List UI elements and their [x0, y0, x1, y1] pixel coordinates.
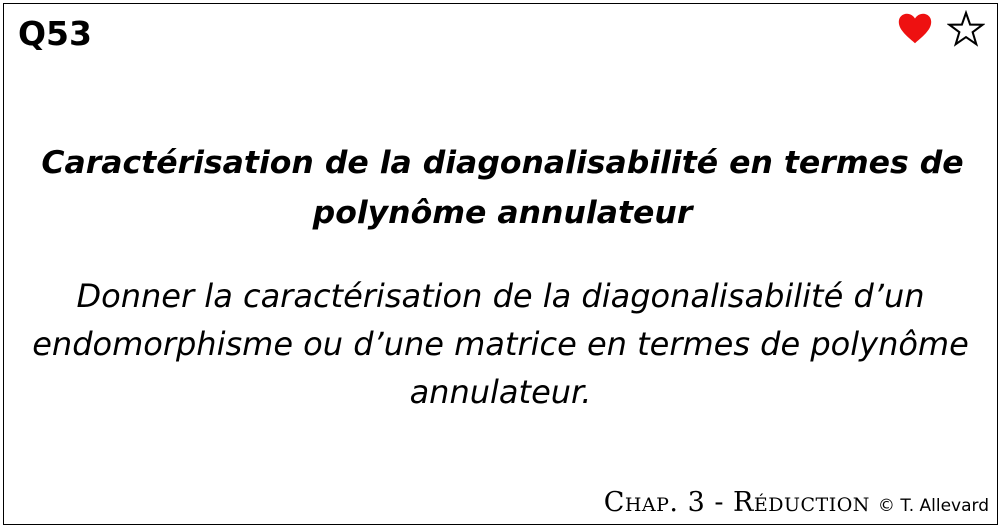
copyright-label: © T. Allevard: [877, 496, 989, 516]
card-prompt: Donner la caractérisation de la diagonal…: [32, 277, 969, 411]
heart-icon[interactable]: [897, 11, 933, 51]
question-number: Q53: [18, 14, 92, 53]
flashcard: Q53 Caractérisation de la diagonalisabil…: [3, 3, 998, 525]
card-footer: Chap. 3 - Réduction © T. Allevard: [604, 487, 989, 518]
chapter-label: Chap. 3 - Réduction: [603, 487, 870, 518]
star-icon[interactable]: [946, 9, 986, 52]
card-actions: [897, 9, 986, 52]
card-title: Caractérisation de la diagonalisabilité …: [41, 145, 964, 231]
